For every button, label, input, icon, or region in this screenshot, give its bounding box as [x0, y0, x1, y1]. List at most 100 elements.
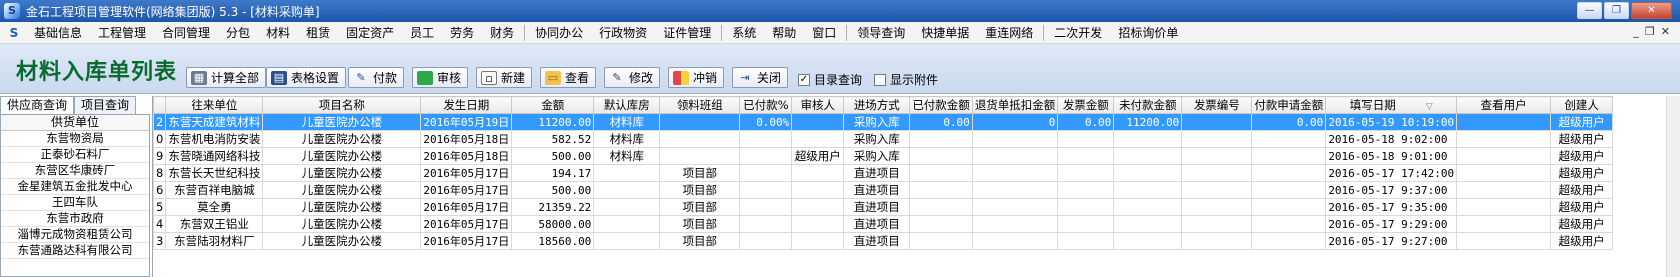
cell-paid-pct[interactable]: 0.00% — [739, 113, 793, 131]
cell-no[interactable]: 2 — [153, 113, 167, 131]
cell-invoice-amt[interactable]: 0.00 — [1057, 113, 1115, 131]
cell-creator[interactable]: 超级用户 — [1550, 232, 1614, 250]
cell-entry[interactable]: 直进项目 — [843, 181, 911, 199]
cell-apply-amt[interactable]: 0.00 — [1251, 113, 1327, 131]
cell-warehouse[interactable] — [593, 198, 661, 216]
cell-fill-date[interactable]: 2016-05-17 9:37:00 — [1325, 181, 1458, 199]
payment-button[interactable]: ✎ 付款 — [348, 67, 405, 88]
menu-reconnect[interactable]: 重连网络 — [977, 22, 1041, 44]
menu-admin-supplies[interactable]: 行政物资 — [591, 22, 655, 44]
cell-creator[interactable]: 超级用户 — [1550, 181, 1614, 199]
cell-apply-amt[interactable] — [1251, 164, 1327, 182]
cell-fill-date[interactable]: 2016-05-19 10:19:00 — [1325, 113, 1458, 131]
menu-basic-info[interactable]: 基础信息 — [26, 22, 90, 44]
cell-invoice-no[interactable] — [1181, 215, 1253, 233]
cell-auditor[interactable] — [791, 215, 845, 233]
cell-invoice-no[interactable] — [1181, 232, 1253, 250]
cell-fill-date[interactable]: 2016-05-18 9:01:00 — [1325, 147, 1458, 165]
mdi-restore-button[interactable]: ❐ — [1645, 25, 1655, 38]
close-list-button[interactable]: ⇥ 关闭 — [732, 67, 789, 88]
cell-creator[interactable]: 超级用户 — [1550, 198, 1614, 216]
cell-viewer[interactable] — [1456, 130, 1552, 148]
list-item[interactable]: 东营物资局 — [1, 131, 149, 147]
cell-no[interactable]: 6 — [153, 181, 167, 199]
cell-unpaid-amt[interactable] — [1113, 130, 1183, 148]
list-item[interactable]: 金星建筑五金批发中心 — [1, 179, 149, 195]
cell-viewer[interactable] — [1456, 198, 1552, 216]
column-header[interactable]: 已付款金额 — [909, 96, 973, 114]
mdi-minimize-button[interactable]: _ — [1633, 25, 1639, 38]
cell-project[interactable]: 儿童医院办公楼 — [262, 215, 422, 233]
cell-project[interactable]: 儿童医院办公楼 — [262, 147, 422, 165]
mdi-close-button[interactable]: ✕ — [1661, 25, 1670, 38]
table-row[interactable]: 3 东营陆羽材料厂 儿童医院办公楼 2016年05月17日 18560.00 项目部 直进项… — [153, 232, 1614, 250]
menu-staff[interactable]: 员工 — [402, 22, 442, 44]
cell-auditor[interactable] — [791, 164, 845, 182]
column-header[interactable]: 进场方式 — [843, 96, 911, 114]
cell-team[interactable]: 项目部 — [659, 164, 741, 182]
cell-team[interactable]: 项目部 — [659, 198, 741, 216]
cell-unit[interactable]: 东营机电消防安装 — [165, 130, 264, 148]
cell-unit[interactable]: 莫全勇 — [165, 198, 264, 216]
cell-date[interactable]: 2016年05月17日 — [420, 232, 513, 250]
cell-invoice-no[interactable] — [1181, 181, 1253, 199]
edit-button[interactable]: ✎ 修改 — [604, 67, 661, 88]
table-settings-button[interactable]: ▤ 表格设置 — [266, 67, 347, 88]
cell-invoice-amt[interactable] — [1057, 164, 1115, 182]
cell-unpaid-amt[interactable] — [1113, 147, 1183, 165]
cell-amount[interactable]: 18560.00 — [511, 232, 595, 250]
column-header[interactable]: 项目名称 — [262, 96, 422, 114]
cell-invoice-amt[interactable] — [1057, 215, 1115, 233]
table-row[interactable]: 0 东营机电消防安装 儿童医院办公楼 2016年05月18日 582.52 材料库 采购入库… — [153, 130, 1614, 148]
cell-unpaid-amt[interactable] — [1113, 198, 1183, 216]
menu-leader-query[interactable]: 领导查询 — [849, 22, 913, 44]
cell-apply-amt[interactable] — [1251, 198, 1327, 216]
tab-project-query[interactable]: 项目查询 — [74, 96, 137, 114]
cell-team[interactable] — [659, 130, 741, 148]
table-row[interactable]: 2 东营天成建筑材料 儿童医院办公楼 2016年05月19日 11200.00 材料库 0.… — [153, 113, 1614, 131]
cell-creator[interactable]: 超级用户 — [1550, 147, 1614, 165]
menu-materials[interactable]: 材料 — [258, 22, 298, 44]
cell-unit[interactable]: 东营长天世纪科技 — [165, 164, 264, 182]
column-header[interactable]: 审核人 — [791, 96, 845, 114]
list-item[interactable]: 王四车队 — [1, 195, 149, 211]
column-header[interactable]: 创建人 — [1550, 96, 1614, 114]
cell-warehouse[interactable]: 材料库 — [593, 113, 661, 131]
cell-project[interactable]: 儿童医院办公楼 — [262, 164, 422, 182]
cell-return-amt[interactable]: 0 — [971, 113, 1059, 131]
cell-invoice-no[interactable] — [1181, 113, 1253, 131]
cell-unit[interactable]: 东营陆羽材料厂 — [165, 232, 264, 250]
cell-invoice-amt[interactable] — [1057, 147, 1115, 165]
cell-paid-amt[interactable] — [909, 198, 973, 216]
cell-creator[interactable]: 超级用户 — [1550, 113, 1614, 131]
cell-invoice-amt[interactable] — [1057, 232, 1115, 250]
cell-apply-amt[interactable] — [1251, 130, 1327, 148]
cell-paid-amt[interactable] — [909, 164, 973, 182]
cell-viewer[interactable] — [1456, 147, 1552, 165]
cell-invoice-amt[interactable] — [1057, 130, 1115, 148]
menu-contract-management[interactable]: 合同管理 — [154, 22, 218, 44]
cell-date[interactable]: 2016年05月18日 — [420, 147, 513, 165]
audit-button[interactable]: 审核 — [412, 67, 469, 88]
directory-query-checkbox[interactable]: ✓ 目录查询 — [798, 71, 862, 88]
cell-viewer[interactable] — [1456, 215, 1552, 233]
cell-unpaid-amt[interactable] — [1113, 215, 1183, 233]
column-header[interactable]: 未付款金额 — [1113, 96, 1183, 114]
menu-quick-documents[interactable]: 快捷单据 — [913, 22, 977, 44]
list-item[interactable]: 淄博元成物资租赁公司 — [1, 227, 149, 243]
column-header[interactable]: 发票编号 — [1181, 96, 1253, 114]
menu-help[interactable]: 帮助 — [764, 22, 804, 44]
cell-apply-amt[interactable] — [1251, 181, 1327, 199]
cell-viewer[interactable] — [1456, 232, 1552, 250]
table-row[interactable]: 9 东营晓通网络科技 儿童医院办公楼 2016年05月18日 500.00 材料库 超级用户… — [153, 147, 1614, 165]
cell-creator[interactable]: 超级用户 — [1550, 164, 1614, 182]
cell-return-amt[interactable] — [971, 232, 1059, 250]
cell-warehouse[interactable] — [593, 232, 661, 250]
cell-date[interactable]: 2016年05月18日 — [420, 130, 513, 148]
cell-no[interactable]: 3 — [153, 232, 167, 250]
cell-auditor[interactable] — [791, 181, 845, 199]
column-header[interactable]: 付款申请金额 — [1251, 96, 1327, 114]
menu-fixed-assets[interactable]: 固定资产 — [338, 22, 402, 44]
cell-apply-amt[interactable] — [1251, 215, 1327, 233]
cell-project[interactable]: 儿童医院办公楼 — [262, 181, 422, 199]
